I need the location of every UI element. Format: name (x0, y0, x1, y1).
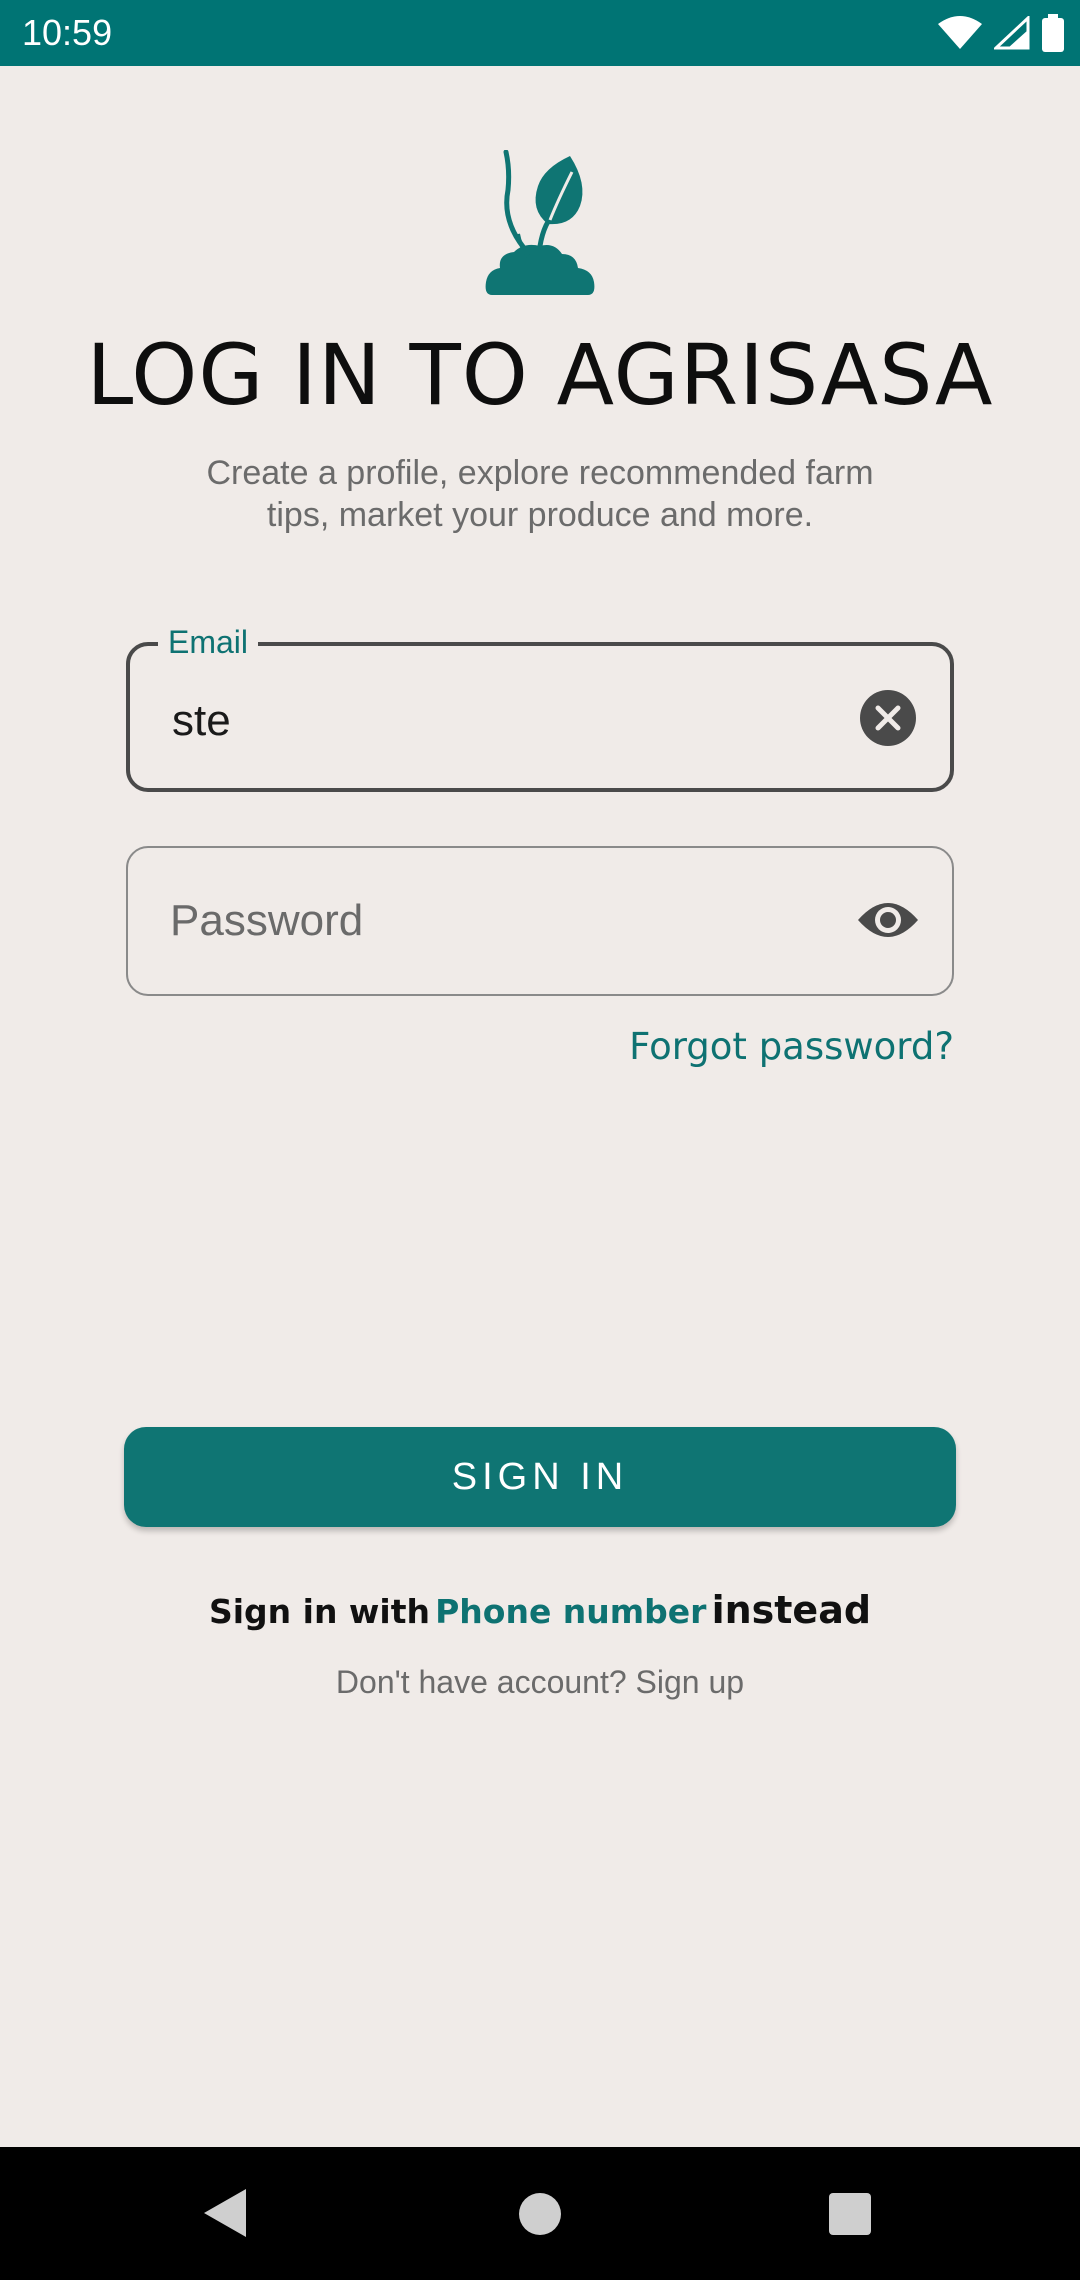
email-input[interactable]: ste (172, 694, 231, 748)
sign-in-button[interactable]: SIGN IN (124, 1427, 956, 1527)
home-icon[interactable] (519, 2193, 561, 2235)
alt-sign-in-prefix: Sign in with (208, 1592, 430, 1631)
page-subtitle: Create a profile, explore recommended fa… (150, 452, 930, 536)
password-field[interactable]: Password (126, 846, 954, 996)
navigation-bar (0, 2147, 1080, 2280)
signup-link[interactable]: Don't have account? Sign up (0, 1662, 1080, 1702)
email-label: Email (158, 622, 259, 662)
wifi-icon (938, 16, 982, 49)
password-input[interactable]: Password (170, 894, 363, 948)
recents-icon[interactable] (829, 2193, 871, 2235)
forgot-password-link[interactable]: Forgot password? (629, 1022, 954, 1072)
back-icon[interactable] (204, 2189, 246, 2237)
status-time: 10:59 (22, 12, 113, 53)
email-field[interactable]: Email ste (126, 622, 954, 792)
plant-sprout-logo (484, 149, 596, 295)
battery-icon (1042, 14, 1064, 52)
clear-icon[interactable] (860, 690, 916, 746)
eye-icon[interactable] (856, 896, 920, 944)
subtitle-line: tips, market your produce and more. (266, 496, 814, 534)
phone-number-link[interactable]: Phone number (435, 1592, 706, 1631)
alt-sign-in: Sign in with Phone number instead (0, 1588, 1080, 1632)
page-title: LOG IN TO AGRISASA (86, 326, 994, 424)
status-icons (938, 14, 1064, 52)
cellular-signal-icon (994, 16, 1030, 50)
alt-sign-in-suffix: instead (711, 1588, 872, 1632)
subtitle-line: Create a profile, explore recommended fa… (206, 454, 874, 492)
status-bar: 10:59 (0, 0, 1080, 66)
